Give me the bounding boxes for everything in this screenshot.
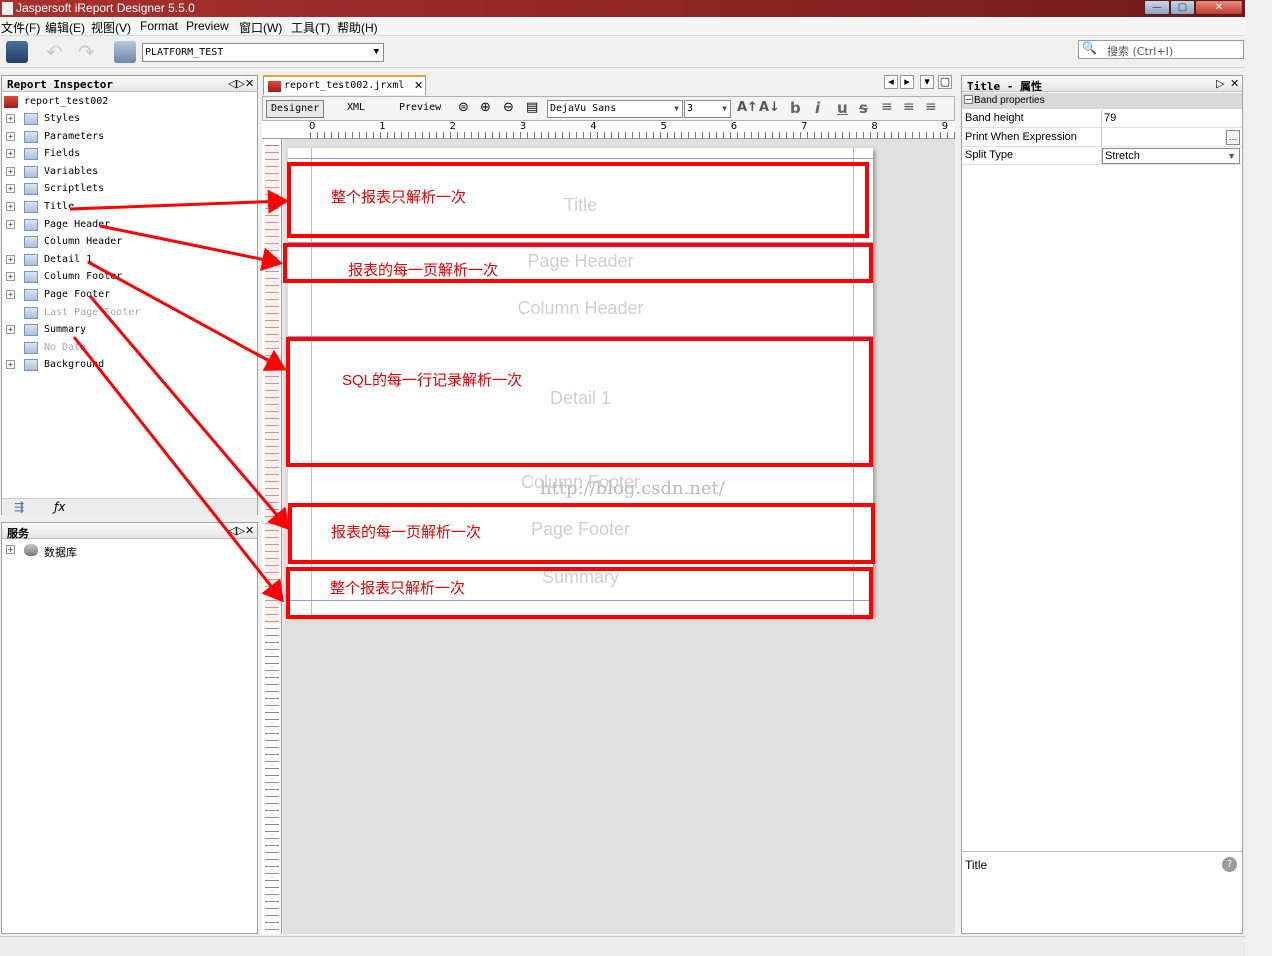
arrow-title [69, 189, 289, 214]
arrow-summary [72, 336, 284, 603]
prop-key: Band height [965, 112, 1024, 124]
status-bar [0, 936, 1245, 956]
split-type-select[interactable]: Stretch ▼ [1102, 148, 1240, 164]
prop-row-band-height[interactable]: Band height 79 [962, 110, 1242, 128]
close-icon[interactable]: ✕ [1230, 77, 1239, 90]
prop-value[interactable]: 79 [1104, 112, 1116, 124]
properties-section[interactable]: − Band properties [962, 93, 1242, 109]
properties-help-title: Title [965, 858, 988, 872]
prop-key: Print When Expression [965, 131, 1077, 143]
help-icon[interactable]: ? [1222, 857, 1237, 872]
properties-panel: Title - 属性 ▷ ✕ − Band properties Band he… [961, 75, 1243, 934]
arrow-page-footer [88, 295, 290, 531]
properties-title: Title - 属性 [967, 80, 1042, 93]
properties-section-label: Band properties [974, 95, 1045, 106]
restore-icon[interactable]: ▷ [1216, 77, 1224, 90]
split-type-value: Stretch [1105, 150, 1140, 162]
prop-row-split-type[interactable]: Split Type Stretch ▼ [962, 147, 1242, 165]
prop-key: Split Type [965, 149, 1014, 161]
properties-help-divider [962, 851, 1242, 852]
properties-header: Title - 属性 ▷ ✕ [962, 76, 1242, 93]
prop-row-print-when[interactable]: Print When Expression … [962, 129, 1242, 147]
arrow-page-header [99, 224, 283, 272]
ellipsis-button[interactable]: … [1226, 130, 1240, 145]
arrow-detail [87, 260, 287, 371]
collapse-icon[interactable]: − [964, 95, 973, 104]
chevron-down-icon: ▼ [1227, 151, 1236, 161]
